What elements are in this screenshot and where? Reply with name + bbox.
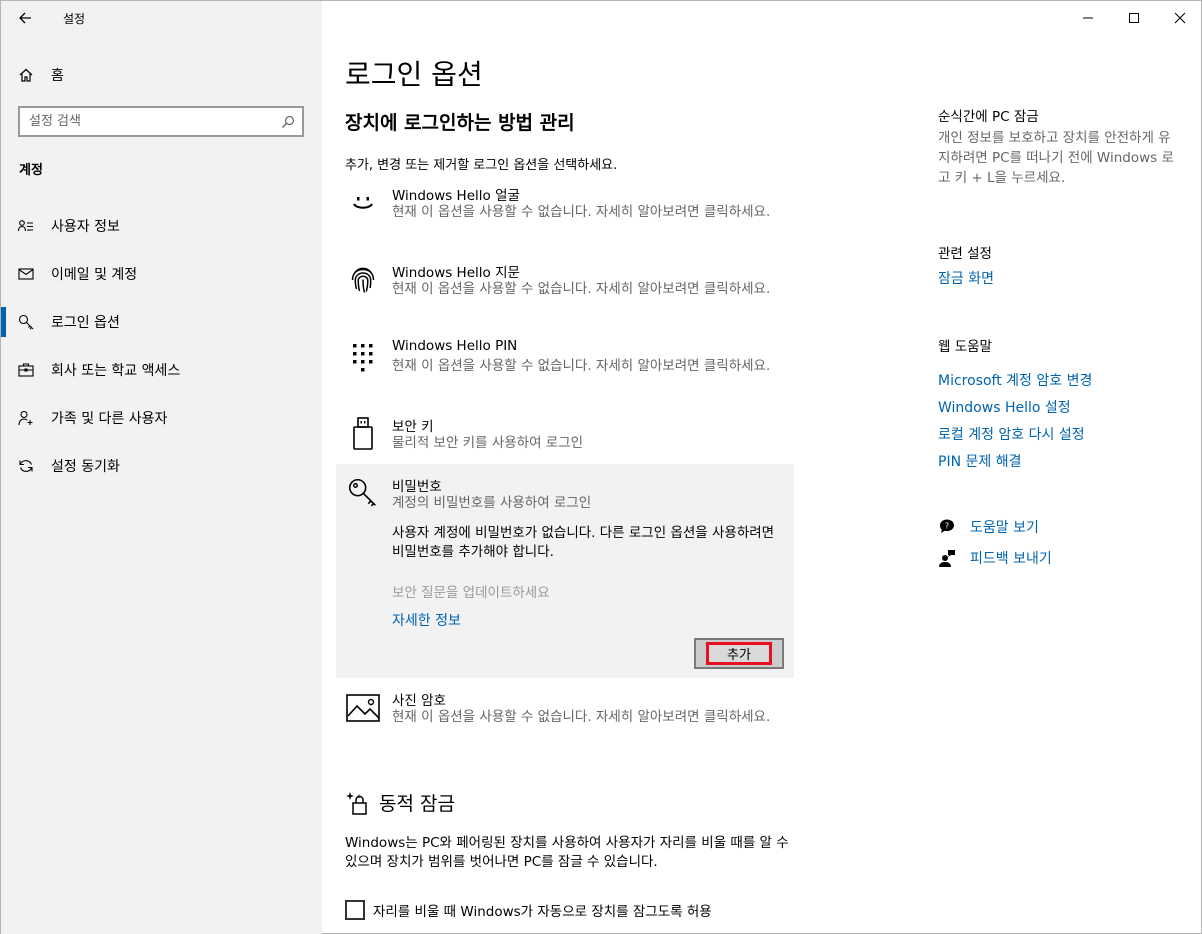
option-pin[interactable]: Windows Hello PIN 현재 이 옵션을 사용할 수 없습니다. 자… [336,338,794,398]
option-password-panel[interactable]: 비밀번호 계정의 비밀번호를 사용하여 로그인 사용자 계정에 비밀번호가 없습… [336,464,794,678]
get-help-label: 도움말 보기 [970,520,1039,536]
feedback-link[interactable]: 피드백 보내기 [938,548,1052,568]
add-password-button[interactable]: 추가 [706,642,772,665]
lock-pc-title: 순식간에 PC 잠금 [938,109,1039,125]
briefcase-icon [1,362,51,378]
person-card-icon [1,218,51,234]
settings-window: 설정 홈 계정 사용자 정보 [0,0,1202,934]
picture-icon [346,693,380,723]
page-description: 추가, 변경 또는 제거할 로그인 옵션을 선택하세요. [345,158,618,173]
main-content: 로그인 옵션 장치에 로그인하는 방법 관리 추가, 변경 또는 제거할 로그인… [322,1,922,934]
web-help-link[interactable]: 로컬 계정 암호 다시 설정 [938,424,1085,444]
app-title: 설정 [63,11,86,26]
mail-icon [1,266,51,282]
search-box[interactable] [18,106,304,137]
minimize-button[interactable] [1065,1,1111,35]
web-help-title: 웹 도움말 [938,339,992,355]
dynamic-lock-title: 동적 잠금 [379,793,455,815]
minimize-icon [1083,17,1093,19]
sidebar-item-label: 사용자 정보 [51,219,120,235]
web-help-link[interactable]: Windows Hello 설정 [938,397,1071,417]
key-icon [1,314,51,330]
related-panel: 순식간에 PC 잠금 개인 정보를 보호하고 장치를 안전하게 유지하려면 PC… [922,1,1202,934]
sidebar-item-email[interactable]: 이메일 및 계정 [1,250,322,298]
sync-icon [1,458,51,474]
close-icon [1174,12,1186,24]
sidebar-section-accounts: 계정 [19,163,43,178]
dynamic-lock-heading: 동적 잠금 [345,789,455,816]
window-controls [1065,1,1202,35]
sidebar-item-home[interactable]: 홈 [1,57,322,93]
option-desc: 계정의 비밀번호를 사용하여 로그인 [392,495,592,511]
sidebar-item-sign-in-options[interactable]: 로그인 옵션 [1,298,322,346]
sidebar: 설정 홈 계정 사용자 정보 [1,1,322,934]
search-input[interactable] [29,114,274,129]
feedback-label: 피드백 보내기 [970,551,1052,567]
update-security-questions-link: 보안 질문을 업데이트하세요 [392,585,550,601]
dynamic-lock-checkbox-label[interactable]: 자리를 비울 때 Windows가 자동으로 장치를 잠그도록 허용 [373,900,712,920]
option-title: 비밀번호 [392,479,442,495]
page-title: 로그인 옵션 [345,58,483,91]
sidebar-item-work-school[interactable]: 회사 또는 학교 액세스 [1,346,322,394]
dynamic-lock-description: Windows는 PC와 페어링된 장치를 사용하여 사용자가 자리를 비울 때… [345,835,789,870]
sidebar-item-your-info[interactable]: 사용자 정보 [1,202,322,250]
search-icon[interactable] [274,115,302,129]
option-title: Windows Hello 지문 [392,265,520,281]
lock-pc-text: 개인 정보를 보호하고 장치를 안전하게 유지하려면 PC를 떠나기 전에 Wi… [938,130,1174,186]
option-fingerprint[interactable]: Windows Hello 지문 현재 이 옵션을 사용할 수 없습니다. 자세… [336,261,794,321]
dynamic-lock-checkbox[interactable] [345,900,365,920]
add-button-frame[interactable]: 추가 [694,638,784,669]
more-info-link[interactable]: 자세한 정보 [392,610,461,630]
face-icon [348,188,378,218]
title-bar: 설정 [1,1,322,35]
option-security-key[interactable]: 보안 키 물리적 보안 키를 사용하여 로그인 [336,415,794,455]
sidebar-item-sync[interactable]: 설정 동기화 [1,442,322,490]
dynamic-lock-icon [346,791,367,815]
sidebar-item-family[interactable]: 가족 및 다른 사용자 [1,394,322,442]
option-face[interactable]: Windows Hello 얼굴 현재 이 옵션을 사용할 수 없습니다. 자세… [336,184,794,244]
option-title: 사진 암호 [392,693,446,709]
web-help-link[interactable]: PIN 문제 해결 [938,451,1021,471]
sidebar-item-label: 회사 또는 학교 액세스 [51,363,181,379]
sidebar-item-label: 설정 동기화 [51,459,120,475]
sidebar-item-label: 로그인 옵션 [51,315,120,331]
back-button[interactable] [1,1,49,35]
chat-help-icon: ? [938,518,970,536]
option-desc: 현재 이 옵션을 사용할 수 없습니다. 자세히 알아보려면 클릭하세요. [392,709,771,725]
home-icon [1,67,51,83]
page-subtitle: 장치에 로그인하는 방법 관리 [345,112,575,134]
option-desc: 현재 이 옵션을 사용할 수 없습니다. 자세히 알아보려면 클릭하세요. [392,358,771,374]
pin-keypad-icon [348,342,378,372]
option-desc: 현재 이 옵션을 사용할 수 없습니다. 자세히 알아보려면 클릭하세요. [392,281,771,297]
lock-screen-link[interactable]: 잠금 화면 [938,268,994,288]
maximize-button[interactable] [1111,1,1157,35]
related-settings-title: 관련 설정 [938,246,992,262]
option-desc: 물리적 보안 키를 사용하여 로그인 [392,435,584,451]
option-picture-password[interactable]: 사진 암호 현재 이 옵션을 사용할 수 없습니다. 자세히 알아보려면 클릭하… [336,689,794,749]
sidebar-item-label: 이메일 및 계정 [51,267,138,283]
dynamic-lock-checkbox-row[interactable]: 자리를 비울 때 Windows가 자동으로 장치를 잠그도록 허용 [345,900,712,920]
home-label: 홈 [51,68,64,84]
option-desc: 현재 이 옵션을 사용할 수 없습니다. 자세히 알아보려면 클릭하세요. [392,204,771,220]
usb-key-icon [348,417,378,450]
sidebar-item-label: 가족 및 다른 사용자 [51,411,168,427]
option-title: Windows Hello PIN [392,338,518,354]
feedback-icon [938,549,970,567]
password-message: 사용자 계정에 비밀번호가 없습니다. 다른 로그인 옵션을 사용하려면 비밀번… [392,525,775,560]
web-help-link[interactable]: Microsoft 계정 암호 변경 [938,370,1092,390]
sidebar-nav: 사용자 정보 이메일 및 계정 로그인 옵션 회사 또는 학교 액세스 가족 및… [1,202,322,490]
maximize-icon [1129,13,1139,23]
get-help-link[interactable]: ? 도움말 보기 [938,517,1039,537]
option-title: 보안 키 [392,419,434,435]
fingerprint-icon [348,265,378,295]
key-icon [348,478,378,508]
svg-text:?: ? [945,522,949,531]
back-arrow-icon [19,12,31,24]
person-add-icon [1,410,51,426]
close-button[interactable] [1157,1,1202,35]
option-title: Windows Hello 얼굴 [392,188,520,204]
